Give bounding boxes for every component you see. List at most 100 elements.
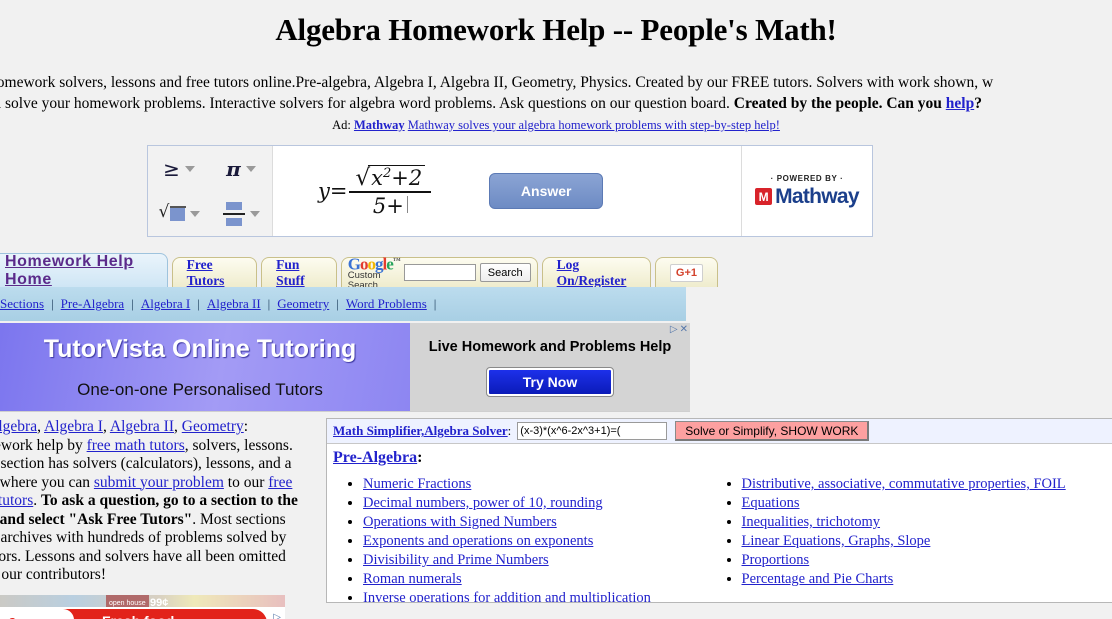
topic-link[interactable]: Inequalities, trichotomy	[742, 514, 881, 530]
description-qmark: ?	[974, 95, 982, 112]
left-intro-column: -Algebra, Algebra I, Algebra II, Geometr…	[0, 418, 308, 619]
math-simplifier-link[interactable]: Math Simplifier,Algebra Solver	[333, 423, 508, 438]
list-item: Exponents and operations on exponents	[363, 532, 720, 551]
adchoices-arrow-icon[interactable]: ▷	[670, 324, 678, 335]
tab-free-tutors[interactable]: Free Tutors	[171, 257, 258, 289]
topic-link[interactable]: Percentage and Pie Charts	[742, 571, 894, 587]
chevron-down-icon[interactable]	[245, 165, 256, 172]
pi-icon: π	[226, 156, 241, 181]
math-tutors-link[interactable]: th tutors	[0, 492, 33, 509]
sqrt-tool-button[interactable]: √	[159, 202, 200, 224]
intro-text-7: . Most sections	[192, 510, 286, 528]
intro-bold-1: To ask a question, go to a section to th…	[41, 492, 298, 509]
tab-log-on-register[interactable]: Log On/Register	[541, 257, 651, 289]
submit-problem-link[interactable]: submit your problem	[94, 474, 224, 491]
mathway-logo-icon: M	[755, 188, 773, 205]
topic-link[interactable]: Numeric Fractions	[363, 476, 471, 492]
solve-simplify-button[interactable]: Solve or Simplify, SHOW WORK	[675, 421, 870, 441]
mathway-toolbar: ≥ π √	[148, 146, 273, 236]
list-item: Decimal numbers, power of 10, rounding	[363, 494, 720, 513]
formula-exponent: 2	[382, 165, 392, 181]
formula-display: y= √ x2+2 5+	[318, 164, 432, 218]
google-logo: Google™ Custom Search	[347, 254, 401, 292]
heading-link-pre-algebra[interactable]: -Algebra	[0, 418, 37, 435]
simplifier-input[interactable]	[517, 422, 668, 440]
topic-link[interactable]: Divisibility and Prime Numbers	[363, 552, 549, 568]
sections-link-word-problems[interactable]: Word Problems	[346, 296, 427, 312]
topic-columns: Numeric Fractions Decimal numbers, power…	[327, 469, 1112, 602]
bottom-grocery-ad[interactable]: open house 99¢ c Fresh food ▷	[0, 594, 285, 619]
heading-link-algebra-ii[interactable]: Algebra II	[110, 418, 174, 435]
list-item: Percentage and Pie Charts	[742, 570, 1112, 589]
ad-left-panel[interactable]: TutorVista Online Tutoring One-on-one Pe…	[0, 323, 410, 411]
topic-link[interactable]: Distributive, associative, commutative p…	[742, 476, 1066, 492]
heading-link-geometry[interactable]: Geometry	[182, 418, 244, 435]
topic-link[interactable]: Proportions	[742, 552, 810, 568]
tab-homework-help-home[interactable]: Homework Help Home	[0, 253, 168, 289]
close-icon[interactable]: ✕	[680, 324, 688, 335]
free-math-tutors-link[interactable]: free math tutors	[87, 437, 185, 454]
topic-link[interactable]: Decimal numbers, power of 10, rounding	[363, 495, 603, 511]
topic-link[interactable]: Equations	[742, 495, 800, 511]
topic-column-left: Numeric Fractions Decimal numbers, power…	[327, 475, 720, 602]
chevron-down-icon[interactable]	[184, 165, 195, 172]
subject-heading: -Algebra, Algebra I, Algebra II, Geometr…	[0, 418, 300, 437]
topic-link[interactable]: Roman numerals	[363, 571, 462, 587]
tab-google-plus-one[interactable]: G+1	[654, 257, 718, 287]
tab-label-fun-stuff[interactable]: Fun Stuff	[276, 257, 322, 289]
mathway-formula-field[interactable]: y= √ x2+2 5+ Answer	[273, 146, 742, 236]
list-item: Operations with Signed Numbers	[363, 513, 720, 532]
help-link[interactable]: help	[946, 95, 974, 112]
ad-right-panel[interactable]: Live Homework and Problems Help Try Now …	[410, 323, 690, 411]
bottom-ad-body[interactable]: c Fresh food ▷	[0, 606, 285, 619]
powered-by-label: · POWERED BY ·	[770, 173, 844, 183]
sqrt-icon: √	[159, 202, 186, 224]
list-item: Divisibility and Prime Numbers	[363, 551, 720, 570]
list-item: Inequalities, trichotomy	[742, 513, 1112, 532]
logon-register-link[interactable]: Log On/Register	[557, 257, 636, 289]
sections-link-algebra-i[interactable]: Algebra I	[141, 296, 190, 312]
topic-link[interactable]: Operations with Signed Numbers	[363, 514, 557, 530]
google-logo-text: Google™	[347, 254, 401, 274]
heading-link-algebra-i[interactable]: Algebra I	[44, 418, 103, 435]
topic-link[interactable]: Exponents and operations on exponents	[363, 533, 593, 549]
chevron-down-icon[interactable]	[249, 210, 260, 217]
section-title: Pre-Algebra:	[327, 444, 1112, 469]
free-tutors-link-2[interactable]: free	[268, 474, 292, 491]
sections-link-algebra-ii[interactable]: Algebra II	[207, 296, 261, 312]
mathway-logo-row: M Mathway	[755, 185, 860, 209]
tab-label-free-tutors[interactable]: Free Tutors	[187, 257, 242, 289]
text-cursor	[406, 195, 408, 213]
nav-separator: |	[197, 296, 200, 311]
search-button[interactable]: Search	[479, 263, 531, 282]
inequality-tool-button[interactable]: ≥	[163, 157, 195, 181]
sections-link-pre-algebra[interactable]: Pre-Algebra	[61, 296, 125, 312]
fraction-tool-button[interactable]	[222, 201, 260, 226]
pi-tool-button[interactable]: π	[226, 157, 256, 181]
chevron-down-icon[interactable]	[189, 210, 200, 217]
mathway-ad-brand-link[interactable]: Mathway	[354, 118, 405, 132]
intro-text-1: mework help by	[0, 436, 83, 454]
answer-button[interactable]: Answer	[489, 173, 604, 209]
tutorvista-banner-ad[interactable]: TutorVista Online Tutoring One-on-one Pe…	[0, 323, 690, 412]
search-input[interactable]	[403, 264, 476, 281]
topic-link[interactable]: Linear Equations, Graphs, Slope	[742, 533, 931, 549]
topic-link[interactable]: Inverse operations for addition and mult…	[363, 590, 651, 602]
tab-google-search: Google™ Custom Search Search	[340, 255, 538, 291]
intro-text-2: , solvers, lessons.	[184, 436, 293, 454]
ad-subheadline: One-on-one Personalised Tutors	[77, 379, 323, 399]
sections-link-sections[interactable]: Sections	[0, 296, 44, 312]
section-title-link[interactable]: Pre-Algebra	[333, 449, 417, 466]
try-now-button[interactable]: Try Now	[486, 366, 614, 397]
greater-equal-icon: ≥	[163, 156, 180, 181]
adchoices-arrow-icon[interactable]: ▷	[273, 609, 281, 619]
tab-fun-stuff[interactable]: Fun Stuff	[261, 257, 337, 289]
adchoices-control[interactable]: ▷ ✕	[668, 324, 688, 335]
sections-link-geometry[interactable]: Geometry	[277, 296, 329, 312]
mathway-widget[interactable]: ≥ π √ y= √ x2+2 5+ Answer · POWERED BY ·…	[147, 145, 873, 237]
google-plus-one-icon[interactable]: G+1	[669, 263, 703, 282]
ad-right-heading: Live Homework and Problems Help	[428, 338, 672, 355]
mathway-ad-text-link[interactable]: Mathway solves your algebra homework pro…	[408, 118, 780, 132]
tab-label-home[interactable]: Homework Help Home	[5, 253, 155, 289]
section-title-colon: :	[417, 449, 423, 466]
